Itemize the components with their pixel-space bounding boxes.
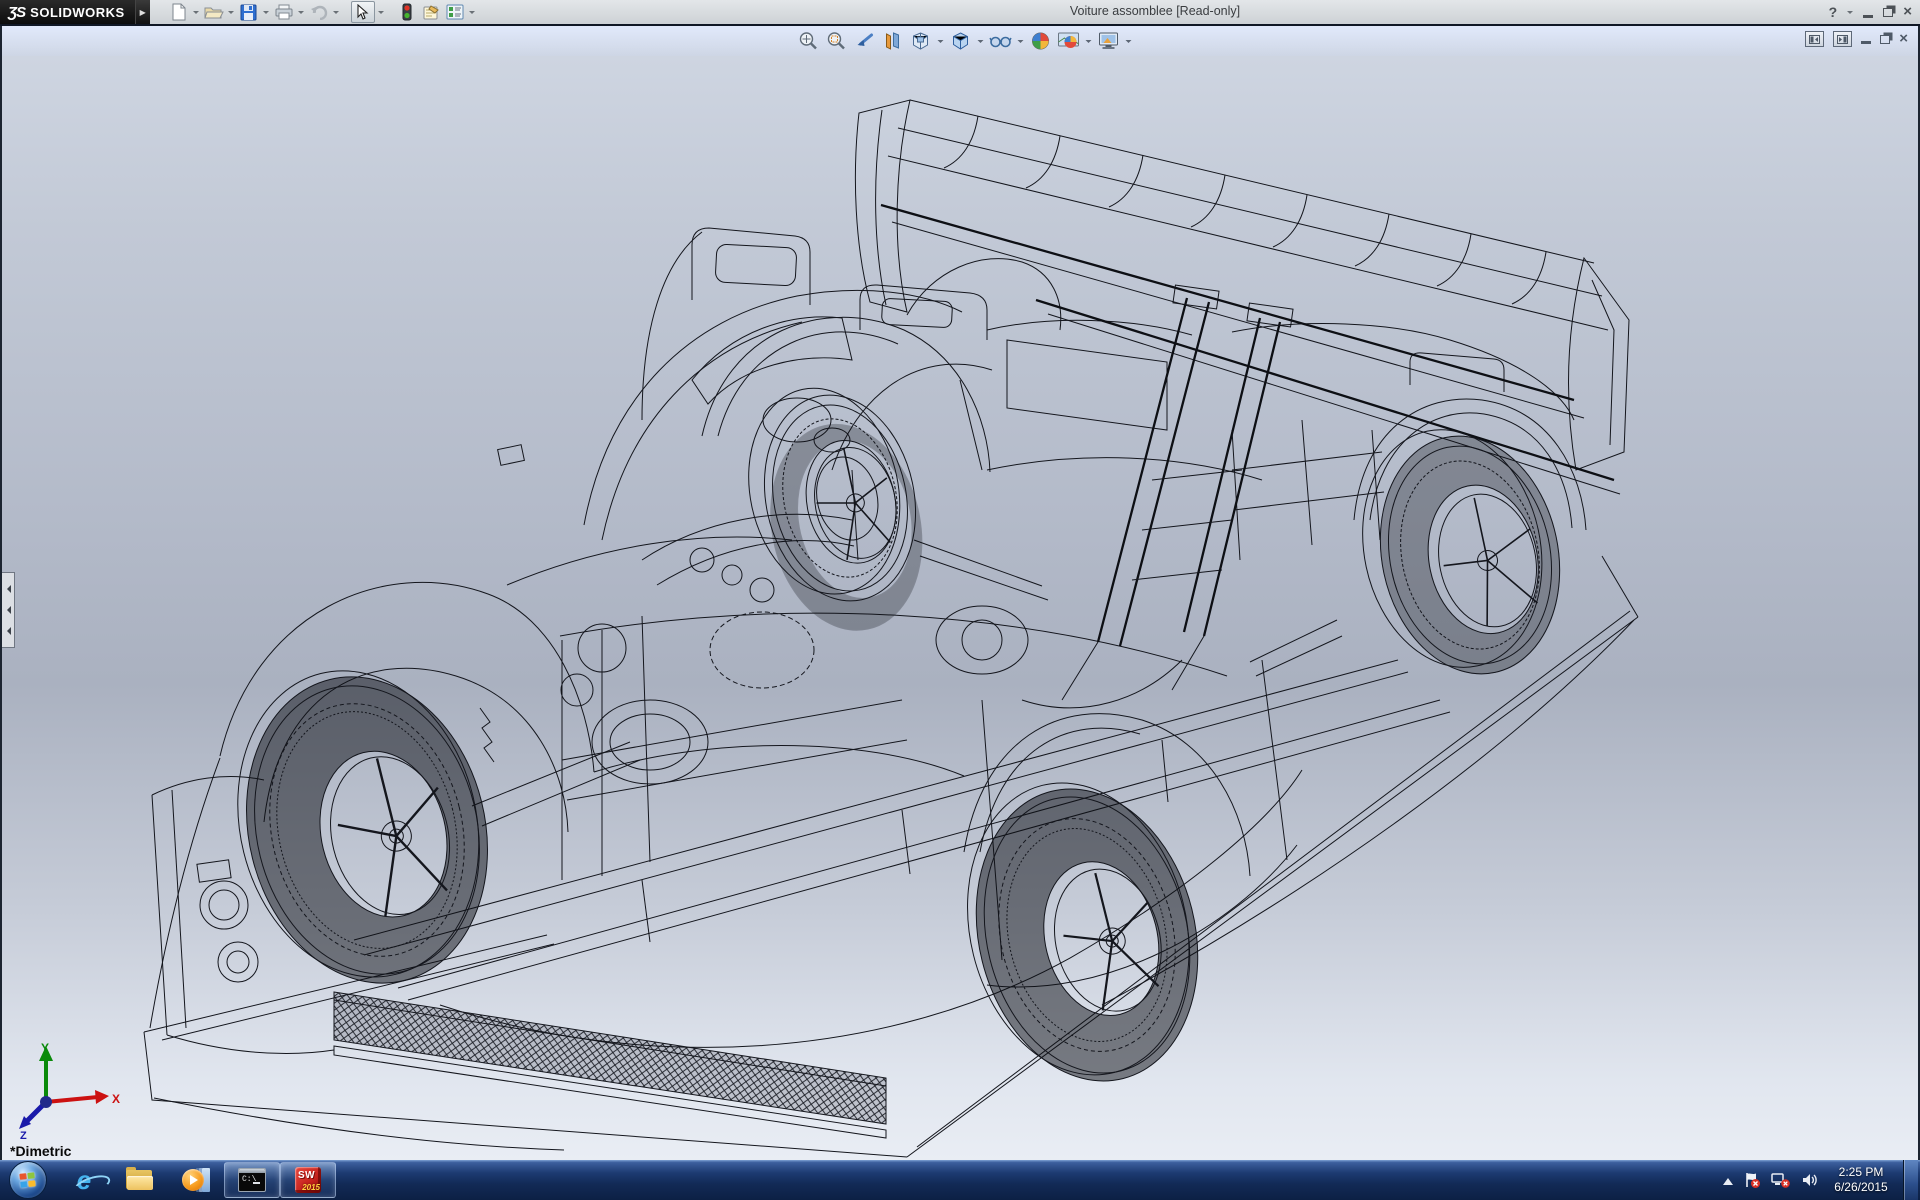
new-document-dropdown[interactable] [192,2,201,22]
x-axis-arrow [95,1090,109,1104]
windows-media-player-button[interactable] [168,1160,224,1200]
windows-taskbar: e C:\ SW 2015 2:25 PM 6/26/2015 [0,1160,1920,1200]
window-title: Voiture assomblee [Read-only] [1069,4,1241,18]
window-controls: ? × [1829,0,1912,24]
options-icon [446,4,464,20]
save-icon [240,4,257,20]
y-axis-label: Y [41,1041,49,1055]
file-properties-button[interactable] [420,2,442,22]
print-dropdown[interactable] [297,2,306,22]
window-separator [0,24,1920,26]
show-hidden-icons-button[interactable] [1723,1173,1733,1185]
solidworks-logo-glyph: ƷS [8,3,26,21]
front-mesh-grille [333,991,887,1139]
clock-time: 2:25 PM [1838,1165,1884,1179]
solidworks-2015-button[interactable]: SW 2015 [280,1162,336,1198]
chassis-floor [143,555,1639,1158]
network-disconnected-icon[interactable] [1771,1171,1791,1189]
undo-icon [310,5,327,20]
reference-triad: Y X Z [19,1041,120,1140]
windows-explorer-button[interactable] [112,1160,168,1200]
print-icon [275,4,293,20]
folder-icon [126,1166,154,1191]
rear-wing [854,99,1630,701]
internet-explorer-button[interactable]: e [56,1160,113,1200]
graphics-viewport[interactable]: × Y X Z *Dimetric [0,26,1920,1160]
main-toolbar [168,1,477,23]
close-button[interactable]: × [1903,4,1912,19]
rebuild-button[interactable] [396,2,418,22]
options-dropdown[interactable] [468,2,477,22]
select-button[interactable] [350,1,375,23]
start-orb-icon [9,1161,47,1199]
media-player-icon [182,1167,210,1193]
title-bar: ƷS SOLIDWORKS ▶ Voiture assomblee [Read-… [0,0,1920,24]
command-prompt-button[interactable]: C:\ [224,1162,280,1198]
system-tray: 2:25 PM 6/26/2015 [1723,1160,1920,1200]
internet-explorer-icon: e [71,1167,113,1199]
wireframe-race-car[interactable] [2,26,1918,1160]
clock-date: 6/26/2015 [1834,1180,1888,1194]
new-document-button[interactable] [168,2,190,22]
volume-icon[interactable] [1801,1172,1819,1188]
solidworks-year-badge: 2015 [302,1183,320,1192]
file-properties-icon [423,4,439,19]
command-prompt-icon: C:\ [238,1168,266,1192]
print-button[interactable] [273,2,295,22]
minimize-button[interactable] [1863,14,1874,18]
undo-button[interactable] [308,2,330,22]
open-icon [204,7,224,19]
save-button[interactable] [238,2,260,22]
action-center-flag-icon[interactable] [1743,1171,1761,1189]
z-axis-label: Z [20,1130,27,1140]
help-dropdown[interactable] [1847,11,1854,17]
new-document-icon [172,3,186,21]
view-orientation-label: *Dimetric [10,1143,72,1159]
help-button[interactable]: ? [1829,4,1838,20]
select-cursor-icon [357,4,369,20]
undo-dropdown[interactable] [332,2,341,22]
show-desktop-button[interactable] [1903,1160,1918,1200]
rear-left-wheel [967,782,1199,1082]
rebuild-traffic-light-icon [402,3,412,21]
x-axis-label: X [112,1092,120,1106]
options-button[interactable] [444,2,466,22]
save-dropdown[interactable] [262,2,271,22]
select-dropdown[interactable] [377,2,386,22]
start-button[interactable] [0,1160,56,1200]
front-left-wheel [237,670,488,984]
solidworks-2015-icon: SW 2015 [295,1167,321,1193]
menu-expand-arrow[interactable]: ▶ [134,0,150,24]
restore-button[interactable] [1883,7,1894,17]
open-button[interactable] [203,2,225,22]
open-dropdown[interactable] [227,2,236,22]
chassis-rails [353,615,1451,1001]
solidworks-logo-text: SOLIDWORKS [30,4,125,20]
front-right-wheel [748,387,923,631]
solidworks-logo: ƷS SOLIDWORKS [0,0,135,24]
taskbar-clock[interactable]: 2:25 PM 6/26/2015 [1829,1165,1893,1195]
